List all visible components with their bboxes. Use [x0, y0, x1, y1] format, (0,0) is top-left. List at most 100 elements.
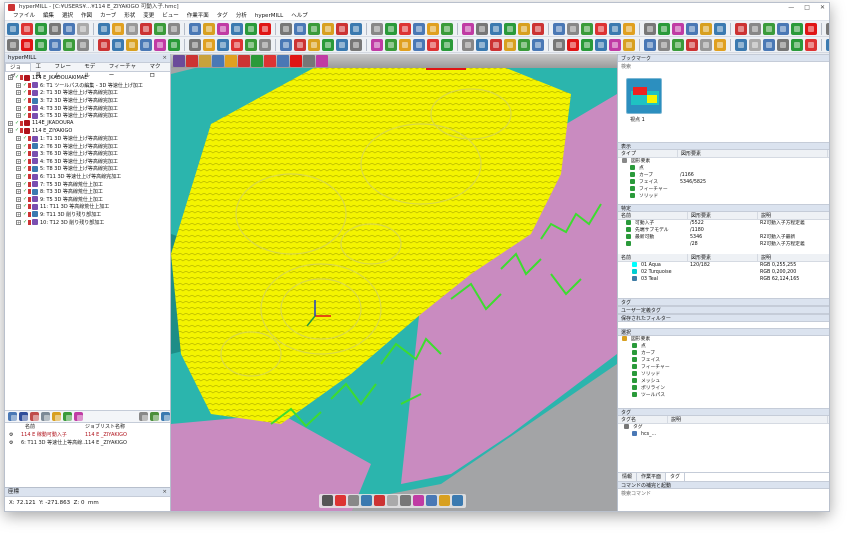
menu-draw[interactable]: 作図: [77, 12, 96, 20]
render-mode-icon[interactable]: [452, 495, 463, 506]
expand-toggle-icon[interactable]: +: [16, 211, 21, 217]
main-tool-icon[interactable]: [658, 22, 670, 35]
checkmark-icon[interactable]: ✓: [23, 189, 27, 194]
tree-item[interactable]: + ✓ 5: T8 3D 等速仕上げ等高線完加工: [8, 165, 170, 173]
checkmark-icon[interactable]: ✓: [23, 90, 27, 95]
main-tool-icon[interactable]: [462, 22, 474, 35]
main-tool-icon[interactable]: [763, 22, 775, 35]
menu-edit[interactable]: 編集: [39, 12, 58, 20]
main-tool-icon[interactable]: [336, 22, 348, 35]
calc-icon[interactable]: [139, 412, 148, 421]
main-tool-icon[interactable]: [623, 22, 635, 35]
main-tool-icon[interactable]: [49, 22, 61, 35]
selection-filter-icon[interactable]: [632, 378, 637, 383]
tree-item[interactable]: ソリッド: [618, 371, 829, 378]
secondary-tool-icon[interactable]: [595, 38, 607, 51]
checkmark-icon[interactable]: ✓: [23, 136, 27, 141]
expand-toggle-icon[interactable]: +: [16, 174, 21, 180]
tree-item[interactable]: 点: [618, 343, 829, 350]
secondary-tool-icon[interactable]: [7, 38, 19, 51]
expand-toggle-icon[interactable]: +: [16, 90, 21, 96]
delete-icon[interactable]: [19, 412, 28, 421]
view-tool-icon[interactable]: [277, 55, 289, 67]
secondary-tool-icon[interactable]: [791, 38, 803, 51]
render-mode-icon[interactable]: [335, 495, 346, 506]
secondary-tool-icon[interactable]: [231, 38, 243, 51]
expand-toggle-icon[interactable]: +: [16, 219, 21, 225]
tree-item[interactable]: 点: [618, 165, 829, 172]
tree-item[interactable]: + ✓ 2: T6 3D 等速仕上げ等高線完加工: [8, 142, 170, 150]
main-tool-icon[interactable]: [63, 22, 75, 35]
secondary-tool-icon[interactable]: [714, 38, 726, 51]
main-tool-icon[interactable]: [595, 22, 607, 35]
3d-viewport[interactable]: [171, 54, 617, 511]
view-tool-icon[interactable]: [251, 55, 263, 67]
main-tool-icon[interactable]: [112, 22, 124, 35]
main-tool-icon[interactable]: [490, 22, 502, 35]
view-tool-icon[interactable]: [173, 55, 185, 67]
secondary-tool-icon[interactable]: [350, 38, 362, 51]
main-tool-icon[interactable]: [826, 22, 829, 35]
selection-filter-icon[interactable]: [632, 350, 637, 355]
secondary-tool-icon[interactable]: [805, 38, 817, 51]
checkmark-icon[interactable]: ✓: [23, 211, 27, 217]
expand-toggle-icon[interactable]: +: [16, 105, 21, 111]
main-tool-icon[interactable]: [532, 22, 544, 35]
menu-curve[interactable]: カーブ: [96, 12, 120, 20]
tree-item[interactable]: + ✓ 2: T1 3D 等速仕上げ等高線完加工: [8, 89, 170, 97]
checkmark-icon[interactable]: ✓: [23, 174, 27, 179]
selection-filter-icon[interactable]: [632, 343, 637, 348]
secondary-tool-icon[interactable]: [427, 38, 439, 51]
main-tool-icon[interactable]: [21, 22, 33, 35]
menu-hypermill[interactable]: hyperMILL: [251, 12, 287, 20]
main-tool-icon[interactable]: [35, 22, 47, 35]
view-tool-icon[interactable]: [186, 55, 198, 67]
copy-icon[interactable]: [41, 412, 50, 421]
secondary-tool-icon[interactable]: [126, 38, 138, 51]
secondary-tool-icon[interactable]: [623, 38, 635, 51]
table-row[interactable]: 最新可動 5346 R2可動入子最新: [618, 234, 829, 241]
menu-select[interactable]: 選択: [58, 12, 77, 20]
expand-toggle-icon[interactable]: +: [16, 151, 21, 157]
tag-filter-header[interactable]: タグ: [618, 298, 829, 306]
secondary-tool-icon[interactable]: [532, 38, 544, 51]
tree-item[interactable]: + ✓ 8: T3 3D 等高線荒仕上加工: [8, 188, 170, 196]
expand-toggle-icon[interactable]: +: [16, 136, 21, 142]
saved-filter-header[interactable]: 保存されたフィルター: [618, 314, 829, 322]
secondary-tool-icon[interactable]: [35, 38, 47, 51]
menu-file[interactable]: ファイル: [9, 12, 39, 20]
tab-frames[interactable]: フレーム: [50, 63, 80, 79]
table-row[interactable]: 03 Teal RGB 62,124,165: [618, 276, 829, 283]
visibility-icon[interactable]: [630, 186, 635, 191]
tree-item[interactable]: + ✓ 7: T5 3D 等高線荒仕上加工: [8, 180, 170, 188]
tree-item[interactable]: メッシュ: [618, 378, 829, 385]
main-tool-icon[interactable]: [399, 22, 411, 35]
tree-item[interactable]: フェイス 5346/5825: [618, 179, 829, 186]
expand-toggle-icon[interactable]: +: [16, 82, 21, 88]
main-tool-icon[interactable]: [77, 22, 89, 35]
tree-item[interactable]: + ✓ 3: T6 3D 等速仕上げ等高線完加工: [8, 150, 170, 158]
tree-item[interactable]: カーブ: [618, 350, 829, 357]
secondary-tool-icon[interactable]: [777, 38, 789, 51]
tab-jobs[interactable]: ジョブ: [5, 63, 32, 80]
close-button[interactable]: ✕: [820, 3, 825, 12]
main-tool-icon[interactable]: [567, 22, 579, 35]
secondary-tool-icon[interactable]: [49, 38, 61, 51]
tree-item[interactable]: + ✓ 114 E_ZIYAKIGO: [8, 127, 170, 135]
secondary-tool-icon[interactable]: [21, 38, 33, 51]
settings-icon[interactable]: [30, 412, 39, 421]
secondary-tool-icon[interactable]: [581, 38, 593, 51]
checkmark-icon[interactable]: ✓: [23, 166, 27, 171]
secondary-tool-icon[interactable]: [140, 38, 152, 51]
expand-toggle-icon[interactable]: +: [16, 143, 21, 149]
secondary-tool-icon[interactable]: [476, 38, 488, 51]
visibility-icon[interactable]: [630, 193, 635, 198]
main-tool-icon[interactable]: [203, 22, 215, 35]
secondary-tool-icon[interactable]: [609, 38, 621, 51]
secondary-tool-icon[interactable]: [413, 38, 425, 51]
main-tool-icon[interactable]: [322, 22, 334, 35]
main-tool-icon[interactable]: [777, 22, 789, 35]
main-tool-icon[interactable]: [350, 22, 362, 35]
simulate-icon[interactable]: [63, 412, 72, 421]
render-mode-icon[interactable]: [400, 495, 411, 506]
